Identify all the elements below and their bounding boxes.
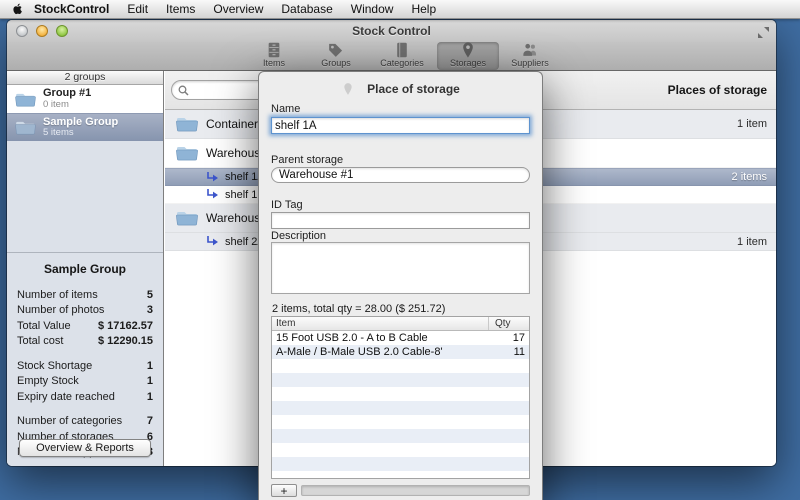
window-title: Stock Control xyxy=(352,24,431,38)
id-tag-field[interactable] xyxy=(271,212,530,229)
places-of-storage-header: Places of storage xyxy=(667,83,767,97)
toolbar-label: Storages xyxy=(449,58,487,68)
items-table: Item Qty 15 Foot USB 2.0 - A to B Cable … xyxy=(271,316,530,479)
item-column-header[interactable]: Item xyxy=(272,317,489,330)
pin-ghost-icon xyxy=(344,83,352,95)
toolbar-label: Categories xyxy=(380,58,424,68)
table-footer: + xyxy=(271,483,530,498)
people-icon xyxy=(523,43,537,56)
folder-icon xyxy=(176,118,198,132)
folder-icon xyxy=(176,147,198,161)
group-info-panel: Sample Group Number of items 5 Number of … xyxy=(7,252,163,466)
folder-icon xyxy=(15,121,36,135)
stat-label: Stock Shortage xyxy=(17,359,93,372)
overview-reports-button[interactable]: Overview & Reports xyxy=(19,439,151,457)
item-count: 1 item xyxy=(737,118,767,130)
menu-bar: StockControl Edit Items Overview Databas… xyxy=(0,0,800,19)
search-icon xyxy=(178,85,189,96)
table-row[interactable]: A-Male / B-Male USB 2.0 Cable-8' 11 xyxy=(272,345,529,359)
stat-label: Number of photos xyxy=(17,304,105,317)
group-row-2-selected[interactable]: Sample Group 5 items xyxy=(7,113,163,141)
stat-label: Expiry date reached xyxy=(17,390,115,403)
toolbar-button-groups[interactable]: Groups xyxy=(305,42,367,70)
menu-item-app[interactable]: StockControl xyxy=(28,0,118,19)
stat-label: Number of categories xyxy=(17,415,123,428)
description-label: Description xyxy=(271,230,327,242)
panel-title-row: Place of storage xyxy=(259,82,542,96)
item-name-cell: A-Male / B-Male USB 2.0 Cable-8' xyxy=(276,346,443,358)
menu-item-edit[interactable]: Edit xyxy=(118,0,157,19)
stat-label: Total Value xyxy=(17,319,71,332)
tag-icon xyxy=(329,43,343,57)
table-row[interactable]: 15 Foot USB 2.0 - A to B Cable 17 xyxy=(272,331,529,345)
group-row-1[interactable]: Group #1 0 item xyxy=(7,85,163,113)
drawer-icon xyxy=(268,42,280,58)
horizontal-scrollbar[interactable] xyxy=(301,485,530,496)
stat-value: $ 12290.15 xyxy=(97,335,153,348)
stat-value: 7 xyxy=(146,415,153,428)
book-icon xyxy=(397,42,407,58)
stat-value: 1 xyxy=(146,390,153,403)
stat-value: 5 xyxy=(146,288,153,301)
items-table-header[interactable]: Item Qty xyxy=(272,317,529,331)
toolbar-button-categories[interactable]: Categories xyxy=(367,42,437,70)
pin-icon xyxy=(463,42,473,58)
item-name-cell: 15 Foot USB 2.0 - A to B Cable xyxy=(276,332,428,344)
apple-icon xyxy=(13,3,22,15)
stat-label: Empty Stock xyxy=(17,375,79,388)
groups-count-header: 2 groups xyxy=(7,71,163,85)
parent-storage-field[interactable] xyxy=(271,167,530,183)
group-count: 5 items xyxy=(43,127,74,139)
menu-item-items[interactable]: Items xyxy=(157,0,204,19)
stat-value: 1 xyxy=(146,375,153,388)
qty-column-header[interactable]: Qty xyxy=(489,317,529,330)
toolbar: Items Groups Categories Storages Supplie… xyxy=(7,42,776,71)
toolbar-button-storages[interactable]: Storages xyxy=(437,42,499,70)
toolbar-label: Suppliers xyxy=(511,58,549,68)
stat-value: 1 xyxy=(146,359,153,372)
item-qty-cell: 11 xyxy=(513,346,525,358)
item-qty-cell: 17 xyxy=(512,332,525,344)
group-name: Group #1 xyxy=(43,87,92,100)
title-bar[interactable]: Stock Control xyxy=(7,20,776,42)
sidebar: 2 groups Group #1 0 item Sample Group 5 … xyxy=(7,71,164,466)
group-count: 0 item xyxy=(43,98,69,110)
panel-title: Place of storage xyxy=(367,82,460,96)
menu-item-help[interactable]: Help xyxy=(402,0,445,19)
place-of-storage-panel: Place of storage Name Parent storage ID … xyxy=(258,71,543,500)
stat-value: $ 17162.57 xyxy=(97,319,153,332)
add-item-button[interactable]: + xyxy=(271,484,297,497)
sub-storage-arrow-icon xyxy=(207,171,218,181)
menu-item-window[interactable]: Window xyxy=(342,0,403,19)
stat-value: 3 xyxy=(146,304,153,317)
parent-storage-label: Parent storage xyxy=(271,154,344,166)
fullscreen-icon[interactable] xyxy=(758,25,769,43)
stat-label: Number of items xyxy=(17,288,98,301)
info-title: Sample Group xyxy=(43,262,126,276)
sub-storage-arrow-icon xyxy=(207,189,218,199)
apple-menu[interactable] xyxy=(10,2,28,16)
items-summary: 2 items, total qty = 28.00 ($ 251.72) xyxy=(272,303,446,315)
id-tag-label: ID Tag xyxy=(271,199,303,211)
name-field[interactable] xyxy=(271,117,530,134)
toolbar-button-suppliers[interactable]: Suppliers xyxy=(499,42,561,70)
name-label: Name xyxy=(271,103,301,115)
folder-icon xyxy=(15,93,36,106)
toolbar-label: Groups xyxy=(321,58,351,68)
sub-storage-arrow-icon xyxy=(207,236,218,246)
item-count: 2 items xyxy=(731,171,767,183)
description-field[interactable] xyxy=(271,242,530,294)
folder-icon xyxy=(176,212,198,226)
toolbar-button-items[interactable]: Items xyxy=(243,42,305,70)
toolbar-label: Items xyxy=(262,58,285,68)
menu-item-database[interactable]: Database xyxy=(272,0,341,19)
menu-item-overview[interactable]: Overview xyxy=(204,0,272,19)
stat-label: Total cost xyxy=(17,335,64,348)
item-count: 1 item xyxy=(737,235,767,248)
